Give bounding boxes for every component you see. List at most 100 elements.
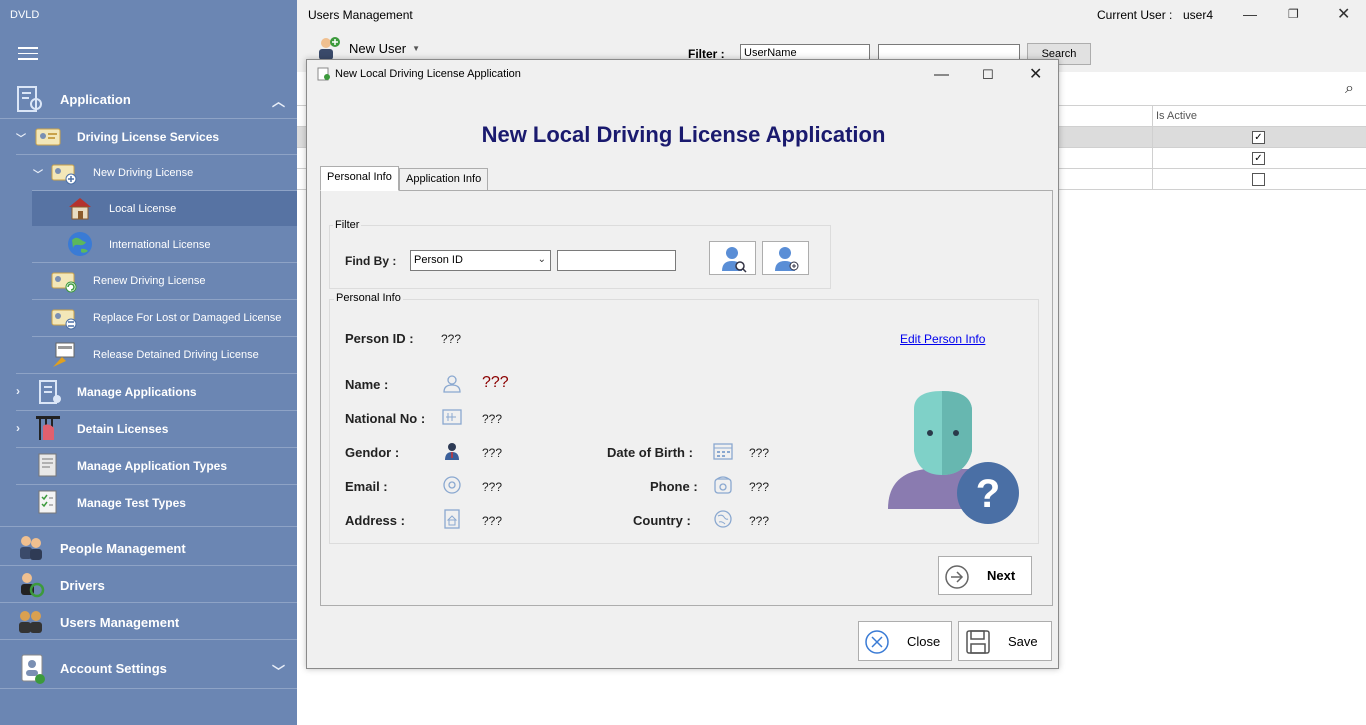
gendor-value: ??? [482,446,503,460]
person-id-label: Person ID : [345,331,414,346]
search-icon[interactable]: ⌕ [1345,80,1354,98]
sidebar-item-release-detained-license[interactable]: Release Detained Driving License [0,338,297,372]
sidebar-item-label: Detain Licenses [77,422,169,436]
find-person-button[interactable] [709,241,756,275]
chevron-down-icon[interactable]: ﹀ [16,130,26,145]
restore-icon[interactable]: ❐ [1288,7,1299,21]
country-label: Country : [633,513,691,528]
sidebar-item-manage-application-types[interactable]: Manage Application Types [0,449,297,483]
is-active-checkbox[interactable] [1252,173,1265,186]
form-icon [317,67,330,81]
sidebar-item-label: Manage Applications [77,385,197,399]
personal-info-group-title: Personal Info [334,292,403,304]
sidebar-item-renew-driving-license[interactable]: Renew Driving License [0,264,297,298]
tab-panel-personal-info: Filter Find By : Person ID ⌄ Personal In… [320,190,1053,606]
close-label: Close [907,634,941,649]
sidebar-item-label: Manage Application Types [77,459,228,473]
national-no-value: ??? [482,412,503,426]
new-local-license-dialog: New Local Driving License Application — … [306,59,1059,669]
sidebar-item-label: Application [60,92,131,107]
chevron-down-icon[interactable]: ﹀ [272,661,285,680]
chevron-up-icon[interactable]: ︿ [272,91,285,110]
chevron-down-icon[interactable]: ﹀ [33,166,43,181]
add-person-icon [775,247,799,271]
sidebar-item-application[interactable]: Application ︿ [0,82,297,118]
add-user-icon [319,37,340,60]
gendor-label: Gendor : [345,445,400,460]
sidebar-item-replace-license[interactable]: Replace For Lost or Damaged License [0,301,297,335]
globe-icon [714,510,732,528]
edit-person-info-link[interactable]: Edit Person Info [900,332,985,346]
next-label: Next [987,568,1016,583]
sidebar-item-detain-licenses[interactable]: › Detain Licenses [0,412,297,446]
sidebar-item-local-license[interactable]: Local License [0,192,297,226]
find-by-select[interactable]: Person ID ⌄ [410,250,551,271]
sidebar-item-driving-license-services[interactable]: ﹀ Driving License Services [0,120,297,154]
tab-application-info[interactable]: Application Info [399,168,489,191]
minimize-icon[interactable]: — [934,66,949,83]
next-button[interactable]: Next [938,556,1032,595]
chevron-right-icon[interactable]: › [16,384,20,398]
unknown-person-icon: ? [888,391,1019,524]
sidebar-item-drivers[interactable]: Drivers [0,567,297,601]
globe-icon [68,232,92,256]
save-button[interactable]: Save [958,621,1052,661]
email-label: Email : [345,479,388,494]
date-of-birth-value: ??? [749,446,770,460]
sidebar-item-label: Replace For Lost or Damaged License [93,312,282,324]
new-user-button[interactable]: New User ▼ [315,34,420,62]
replace-license-icon [51,309,77,330]
add-person-button[interactable] [762,241,809,275]
dialog-title: New Local Driving License Application [335,68,521,80]
sidebar-item-label: New Driving License [93,167,194,179]
close-button[interactable]: Close [858,621,952,661]
national-no-label: National No : [345,411,426,426]
close-icon[interactable]: ✕ [1337,4,1350,24]
address-label: Address : [345,513,405,528]
svg-text:?: ? [976,472,1000,516]
users-icon [19,611,42,633]
is-active-checkbox[interactable]: ✓ [1252,131,1265,144]
is-active-checkbox[interactable]: ✓ [1252,152,1265,165]
sidebar-item-account-settings[interactable]: Account Settings ﹀ [0,648,297,690]
application-types-icon [38,453,57,477]
maximize-icon[interactable]: ☐ [982,67,994,83]
sidebar-item-users-management[interactable]: Users Management [0,604,297,638]
name-value: ??? [482,374,509,391]
at-sign-icon [443,476,461,494]
arrow-right-circle-icon [945,565,969,589]
hamburger-menu-icon[interactable] [18,47,38,61]
person-icon [443,375,461,393]
sidebar-item-label: Release Detained Driving License [93,349,259,361]
sidebar-item-manage-test-types[interactable]: Manage Test Types [0,486,297,520]
dropdown-arrow-icon: ▼ [412,43,420,53]
calendar-icon [713,443,733,460]
account-settings-icon [21,654,45,684]
sidebar-item-label: Renew Driving License [93,275,206,287]
sidebar-item-manage-applications[interactable]: › Manage Applications [0,375,297,409]
people-icon [20,536,42,560]
minimize-icon[interactable]: — [1243,6,1257,22]
license-card-icon [35,128,61,146]
find-by-input[interactable] [557,250,676,271]
sidebar-item-people-management[interactable]: People Management [0,530,297,564]
grid-column-divider [1152,105,1153,190]
close-icon[interactable]: ✕ [1029,64,1042,84]
column-header-is-active: Is Active [1156,110,1197,122]
male-icon [445,443,459,460]
manage-applications-icon [39,380,61,404]
tab-personal-info[interactable]: Personal Info [320,166,399,191]
current-user-value: user4 [1183,8,1214,22]
sidebar-item-international-license[interactable]: International License [0,228,297,262]
name-label: Name : [345,377,389,392]
sidebar-item-label: People Management [60,541,186,556]
sidebar-item-new-driving-license[interactable]: ﹀ New Driving License [0,156,297,190]
new-license-icon [51,164,77,185]
house-icon [69,198,91,220]
close-circle-icon [865,630,889,654]
sidebar: DVLD Application ︿ ﹀ Driving License Ser… [0,0,297,725]
find-by-label: Find By : [345,254,397,268]
save-disk-icon [966,630,990,654]
chevron-right-icon[interactable]: › [16,421,20,435]
sidebar-item-label: Users Management [60,615,180,630]
